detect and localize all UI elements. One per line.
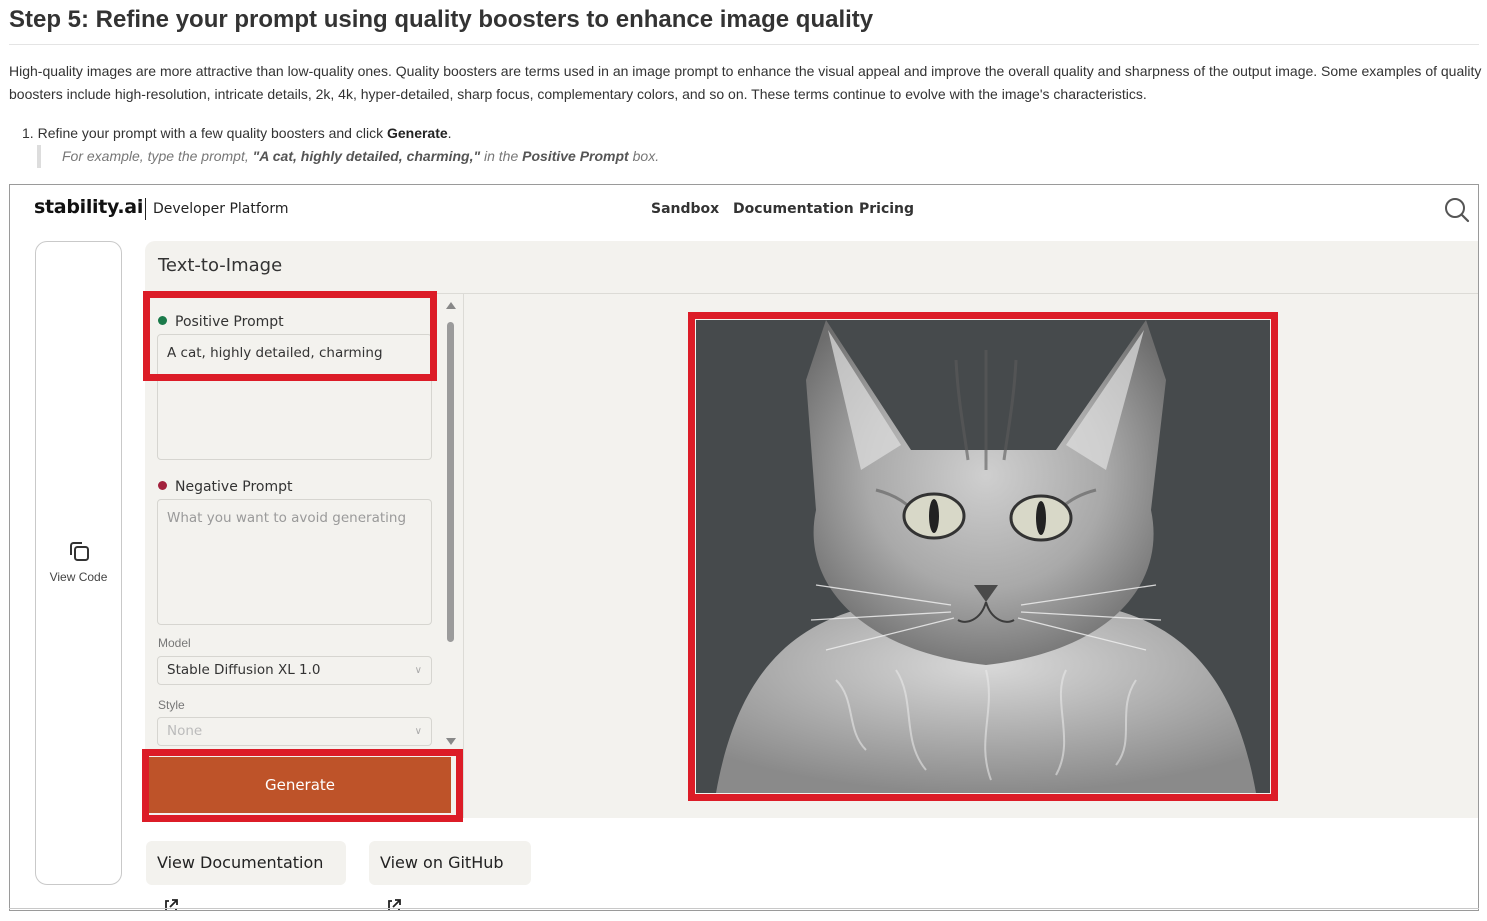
app-screenshot: stability.ai Developer Platform Sandbox … [9, 184, 1479, 911]
scroll-thumb[interactable] [447, 322, 454, 642]
page-title: Text-to-Image [158, 255, 283, 276]
doc-title: Step 5: Refine your prompt using quality… [9, 6, 874, 33]
platform-label: Developer Platform [153, 201, 289, 217]
chevron-down-icon: ∨ [414, 665, 422, 676]
step-number: 1. [22, 125, 34, 141]
step-end: . [447, 125, 452, 141]
doc-step-item: 1. Refine your prompt with a few quality… [22, 122, 452, 144]
scroll-down-arrow[interactable] [446, 738, 456, 745]
step-bold: Generate [386, 125, 448, 141]
model-label: Model [158, 636, 191, 650]
side-panel: View Code [35, 241, 122, 885]
generate-button[interactable]: Generate [149, 757, 451, 813]
note-field: Positive Prompt [522, 148, 629, 164]
cat-illustration [696, 320, 1270, 793]
stability-logo[interactable]: stability.ai [34, 196, 143, 218]
positive-prompt-label: Positive Prompt [158, 314, 284, 330]
style-select[interactable]: None ∨ [157, 717, 432, 746]
note-pre: For example, type the prompt, [62, 148, 253, 164]
logo-separator [145, 198, 146, 220]
view-documentation-link[interactable]: View Documentation [146, 841, 346, 910]
view-code-label: View Code [49, 570, 108, 584]
search-icon[interactable] [1444, 197, 1470, 223]
view-documentation-label: View Documentation [157, 853, 324, 872]
note-prompt: "A cat, highly detailed, charming," [252, 148, 481, 164]
view-github-label: View on GitHub [380, 853, 504, 872]
prompt-form: Positive Prompt Negative Prompt Model St… [145, 294, 463, 818]
note-end: box. [628, 148, 660, 164]
step-text: Refine your prompt with a few quality bo… [37, 125, 387, 141]
screenshot-bottom-edge [9, 908, 1479, 911]
negative-dot [158, 481, 167, 490]
form-scrollbar[interactable] [445, 302, 457, 748]
note-mid: in the [480, 148, 523, 164]
negative-prompt-label: Negative Prompt [158, 479, 293, 495]
negative-prompt-input[interactable] [157, 499, 432, 625]
positive-prompt-input[interactable] [157, 334, 432, 460]
doc-note: For example, type the prompt, "A cat, hi… [37, 145, 659, 168]
copy-icon [69, 542, 89, 561]
model-value: Stable Diffusion XL 1.0 [167, 662, 321, 678]
scroll-up-arrow[interactable] [446, 302, 456, 309]
style-value: None [167, 723, 203, 739]
nav-sandbox[interactable]: Sandbox [651, 201, 719, 217]
doc-divider [9, 44, 1479, 45]
chevron-down-icon: ∨ [414, 726, 422, 737]
style-label: Style [158, 698, 185, 712]
positive-dot [158, 316, 167, 325]
view-github-link[interactable]: View on GitHub [369, 841, 531, 910]
doc-paragraph: High-quality images are more attractive … [9, 63, 1482, 102]
nav-documentation[interactable]: Documentation [733, 201, 854, 217]
nav-pricing[interactable]: Pricing [859, 201, 914, 217]
view-code-button[interactable]: View Code [36, 538, 121, 586]
model-select[interactable]: Stable Diffusion XL 1.0 ∨ [157, 656, 432, 685]
generated-cat-image [696, 320, 1270, 793]
